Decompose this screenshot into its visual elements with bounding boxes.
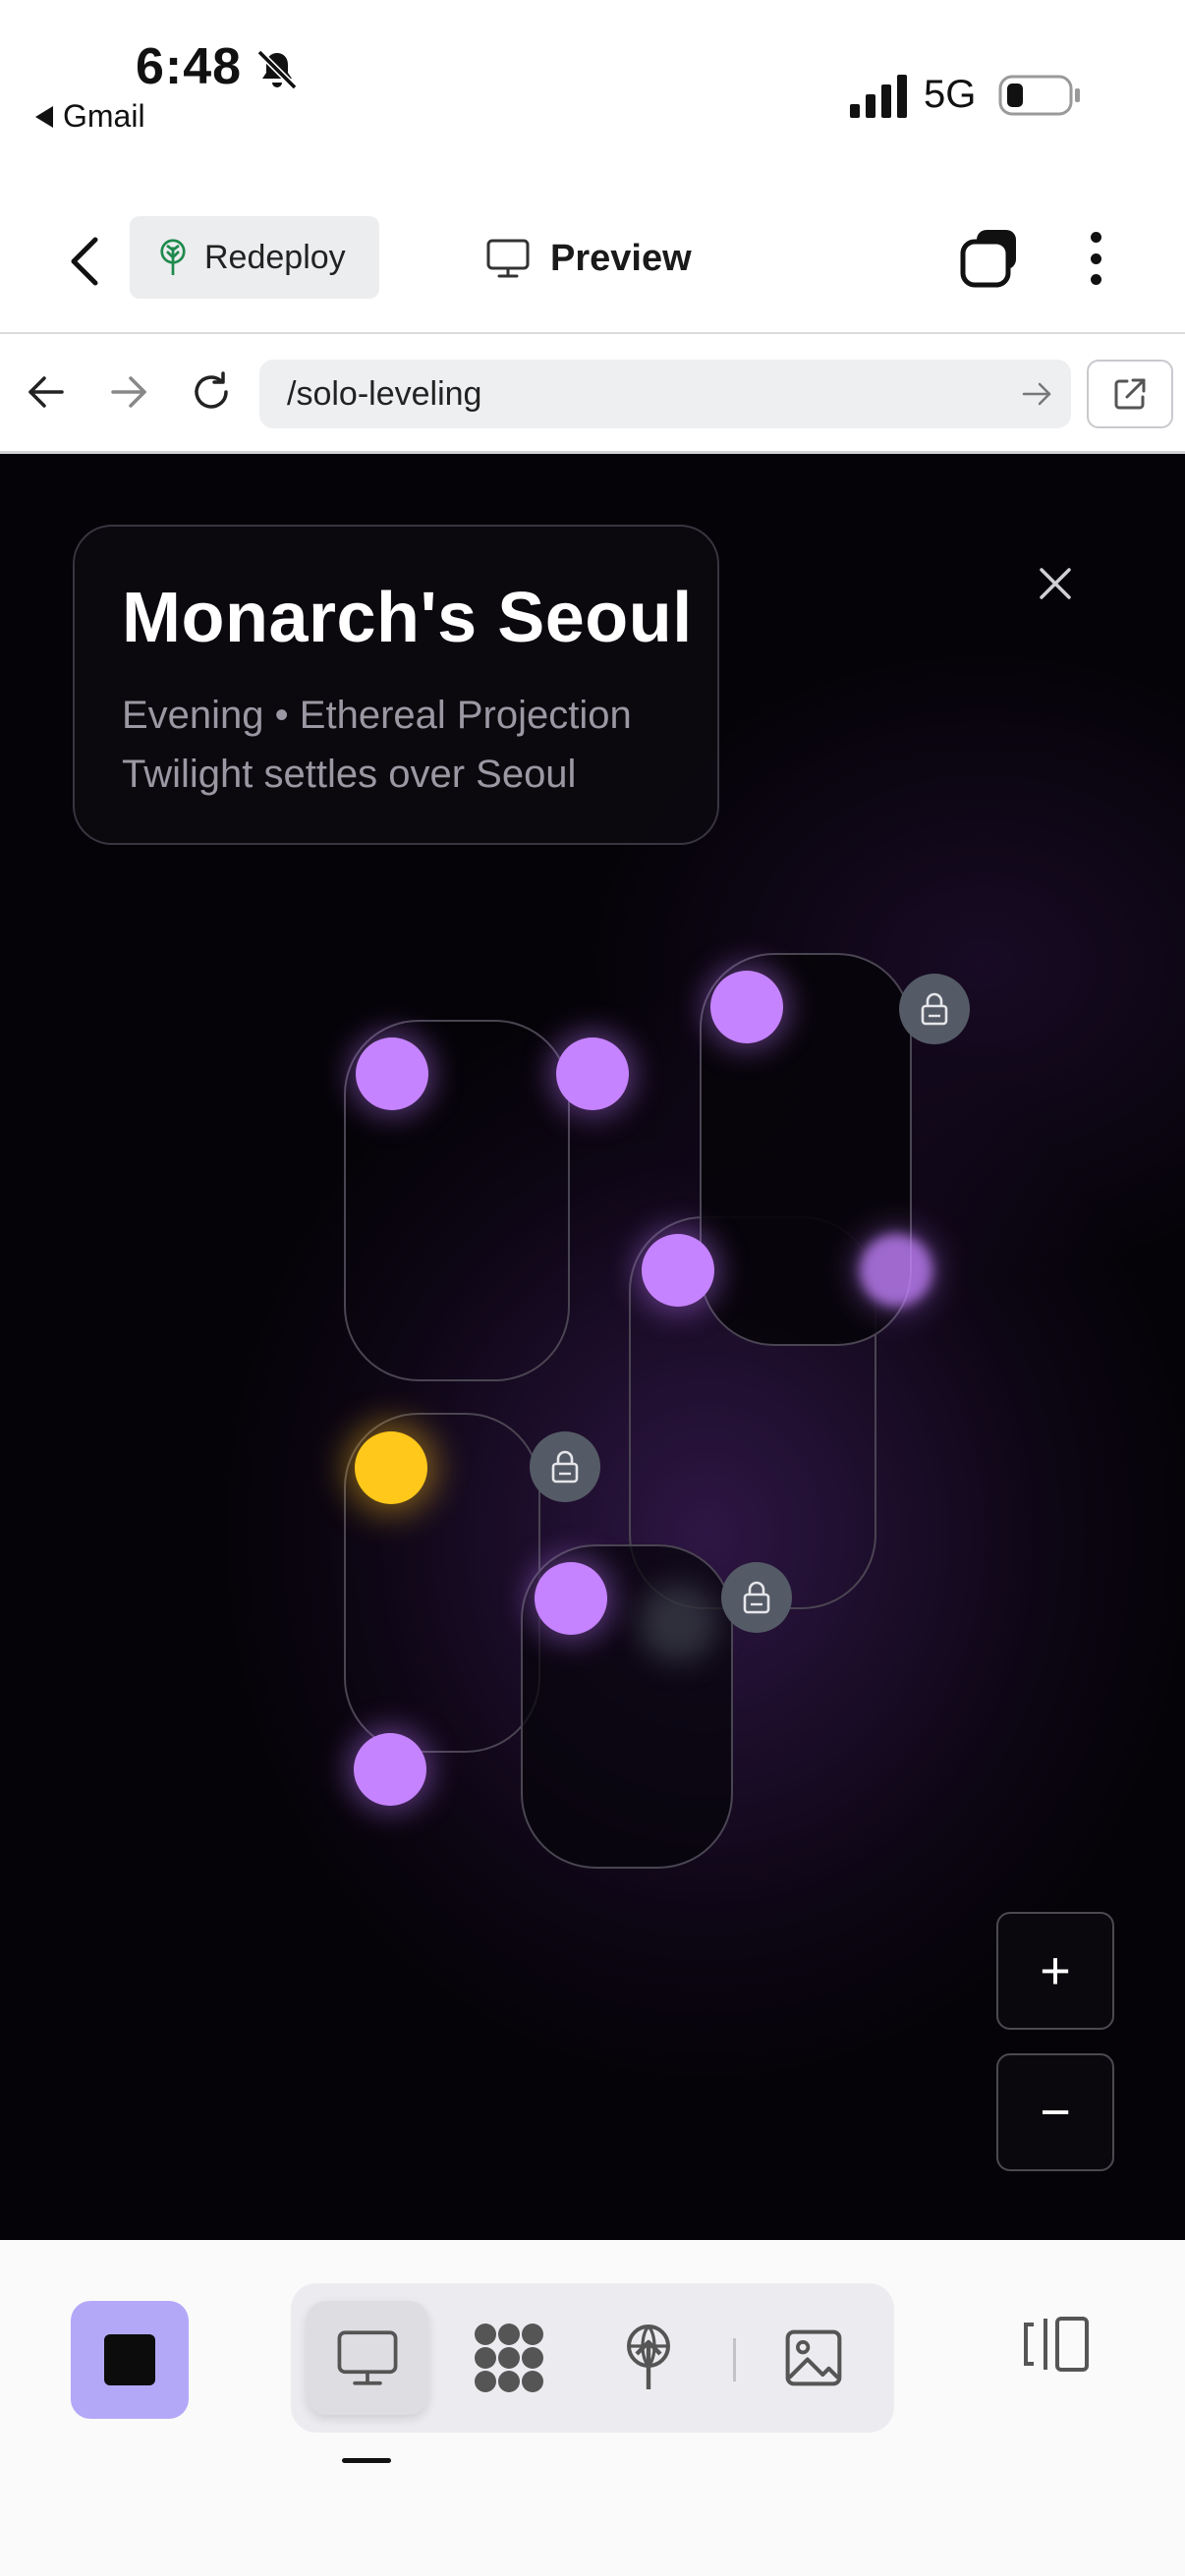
panel-icon bbox=[1024, 2317, 1089, 2372]
bottom-toolbar bbox=[0, 2240, 1185, 2576]
status-bar: 6:48 Gmail 5G bbox=[0, 0, 1185, 177]
back-button[interactable] bbox=[55, 232, 114, 291]
view-mode-switcher bbox=[291, 2283, 894, 2433]
go-arrow-icon[interactable] bbox=[1020, 377, 1053, 411]
monitor-icon bbox=[337, 2330, 398, 2385]
back-arrow-icon[interactable] bbox=[20, 365, 73, 419]
chevron-left-icon bbox=[71, 237, 98, 286]
browser-url-row: /solo-leveling bbox=[0, 336, 1185, 454]
network-type: 5G bbox=[924, 73, 977, 116]
scene-description: Twilight settles over Seoul bbox=[122, 753, 577, 796]
close-icon[interactable] bbox=[1032, 560, 1079, 607]
dot bbox=[1090, 274, 1101, 285]
tab-preview[interactable] bbox=[307, 2301, 428, 2415]
preview-canvas[interactable]: Monarch's Seoul Evening • Ethereal Proje… bbox=[0, 454, 1185, 2240]
monitor-icon bbox=[486, 239, 530, 278]
divider bbox=[733, 2338, 736, 2381]
more-vertical-icon[interactable] bbox=[1071, 224, 1120, 293]
waypoint-orb[interactable] bbox=[535, 1562, 607, 1635]
back-to-app-link[interactable]: Gmail bbox=[35, 98, 145, 135]
app-toolbar: Redeploy Preview bbox=[0, 196, 1185, 334]
stop-button[interactable] bbox=[71, 2301, 189, 2419]
signal-icon bbox=[850, 75, 907, 118]
back-triangle-icon bbox=[35, 105, 53, 128]
deploy-icon bbox=[627, 2324, 670, 2389]
scene-time-mode: Evening • Ethereal Projection bbox=[122, 694, 632, 737]
tab-components[interactable] bbox=[448, 2301, 570, 2415]
external-link-icon bbox=[1114, 378, 1146, 410]
waypoint-orb[interactable] bbox=[354, 1733, 426, 1806]
url-field[interactable]: /solo-leveling bbox=[259, 360, 1071, 428]
active-waypoint-orb[interactable] bbox=[355, 1431, 427, 1504]
scene-subtitle: Evening • Ethereal Projection Twilight s… bbox=[122, 686, 717, 804]
back-app-label: Gmail bbox=[63, 98, 145, 134]
bell-slash-icon bbox=[256, 49, 298, 90]
battery-icon bbox=[998, 75, 1080, 116]
image-icon bbox=[785, 2329, 842, 2386]
waypoint-orb[interactable] bbox=[556, 1037, 629, 1110]
lock-icon[interactable] bbox=[899, 974, 970, 1044]
waypoint-orb[interactable] bbox=[710, 971, 783, 1043]
panel-toggle-button[interactable] bbox=[1018, 2307, 1093, 2381]
hidden-waypoint bbox=[639, 1584, 717, 1662]
forward-arrow-icon[interactable] bbox=[102, 365, 155, 419]
zoom-in-button[interactable]: + bbox=[996, 1912, 1114, 2030]
lock-icon[interactable] bbox=[721, 1562, 792, 1633]
preview-label: Preview bbox=[550, 237, 692, 279]
tree-icon bbox=[160, 239, 186, 275]
waypoint-orb[interactable] bbox=[642, 1234, 714, 1307]
preview-button[interactable]: Preview bbox=[485, 224, 692, 293]
status-time: 6:48 bbox=[136, 38, 243, 95]
dots-grid-icon bbox=[475, 2324, 543, 2392]
open-external-button[interactable] bbox=[1087, 360, 1173, 428]
scene-title: Monarch's Seoul bbox=[122, 579, 693, 657]
redeploy-label: Redeploy bbox=[204, 238, 346, 276]
waypoint-orb[interactable] bbox=[860, 1234, 932, 1307]
tab-deploy[interactable] bbox=[588, 2301, 709, 2415]
windows-icon[interactable] bbox=[959, 226, 1022, 289]
active-tab-indicator bbox=[342, 2458, 391, 2463]
reload-icon[interactable] bbox=[185, 365, 238, 419]
tab-assets[interactable] bbox=[753, 2301, 875, 2415]
redeploy-button[interactable]: Redeploy bbox=[130, 216, 379, 299]
stop-icon bbox=[104, 2334, 155, 2385]
lock-icon[interactable] bbox=[530, 1431, 600, 1502]
zoom-out-button[interactable]: − bbox=[996, 2053, 1114, 2171]
waypoint-orb[interactable] bbox=[356, 1037, 428, 1110]
dot bbox=[1090, 232, 1101, 243]
url-text: /solo-leveling bbox=[287, 374, 482, 413]
scene-info-card: Monarch's Seoul Evening • Ethereal Proje… bbox=[73, 525, 719, 845]
dot bbox=[1090, 252, 1101, 264]
